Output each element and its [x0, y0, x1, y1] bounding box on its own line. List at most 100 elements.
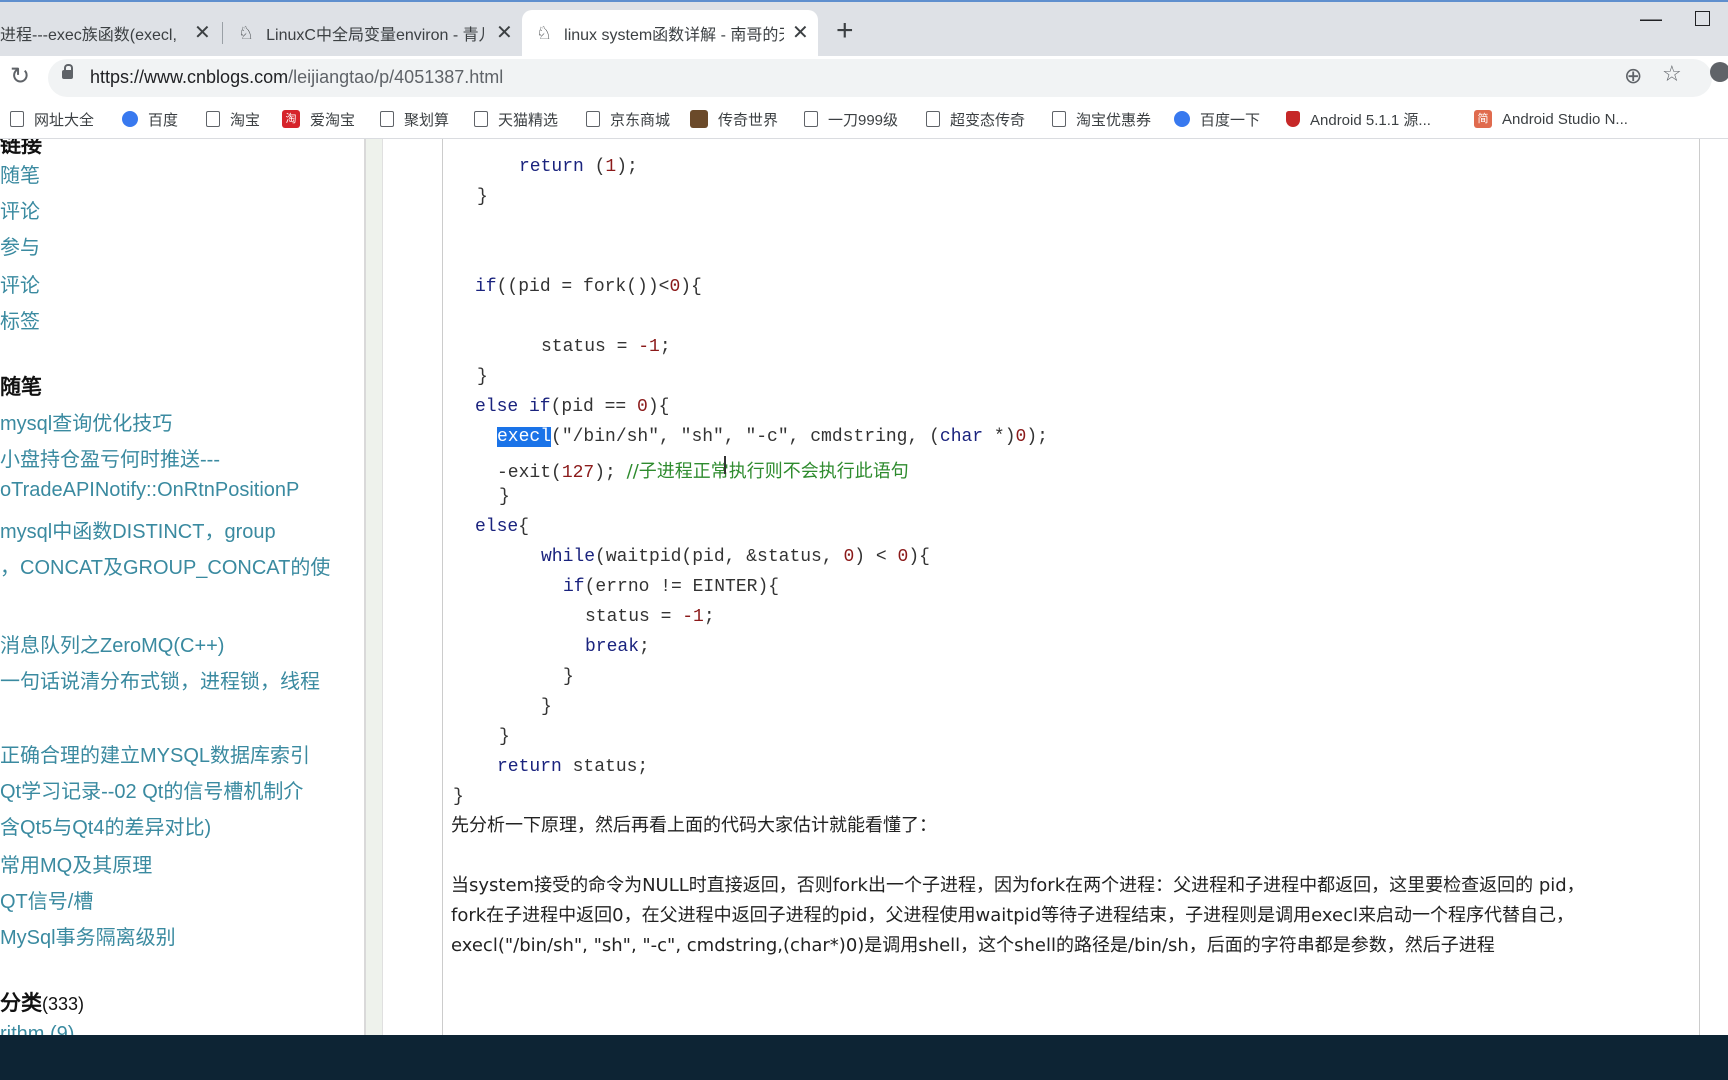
reload-icon[interactable]: ↻	[10, 62, 30, 91]
sidebar-stat-link[interactable]: 评论	[0, 195, 40, 224]
recent-post-link[interactable]: QT信号/槽	[0, 885, 93, 914]
bookmark-label: 聚划算	[404, 111, 450, 129]
url-text[interactable]: https://www.cnblogs.com/leijiangtao/p/40…	[90, 67, 503, 88]
bookmark-item[interactable]: 网址大全	[10, 106, 94, 132]
taobao-icon: 淘	[282, 110, 300, 128]
minimize-window-button[interactable]: —	[1640, 6, 1662, 32]
code-line: while(waitpid(pid, &status, 0) < 0){	[541, 547, 930, 567]
code-line: }	[541, 697, 552, 717]
code-line: return status;	[497, 757, 649, 777]
bookmark-item[interactable]: 聚划算	[380, 106, 449, 132]
code-line: else{	[475, 517, 530, 537]
recent-post-link[interactable]: MySql事务隔离级别	[0, 921, 176, 950]
recent-post-link[interactable]: mysql中函数DISTINCT，group	[0, 515, 276, 544]
tab-close-icon[interactable]: ✕	[496, 20, 513, 45]
bookmark-item[interactable]: 淘宝	[206, 106, 260, 132]
page-icon	[380, 111, 394, 127]
bookmark-item[interactable]: 一刀999级	[804, 106, 898, 132]
jianshu-icon: 简	[1474, 110, 1492, 128]
bookmark-item[interactable]: 百度	[122, 106, 178, 132]
recent-post-link[interactable]: ，CONCAT及GROUP_CONCAT的使	[0, 551, 330, 580]
new-tab-button[interactable]: +	[836, 16, 854, 46]
tab-title: linux system函数详解 - 南哥的天	[564, 27, 785, 44]
bookmark-label: Android 5.1.1 源...	[1310, 111, 1431, 129]
category-count: (333)	[42, 994, 85, 1014]
recent-post-link[interactable]: 常用MQ及其原理	[0, 849, 152, 878]
page-icon	[804, 111, 818, 127]
tab-close-icon[interactable]: ✕	[194, 20, 211, 45]
browser-toolbar: ↻ https://www.cnblogs.com/leijiangtao/p/…	[0, 56, 1728, 100]
sidebar-heading-recent: 随笔	[0, 376, 42, 399]
bookmark-label: 天猫精选	[498, 111, 559, 129]
page-gutter	[366, 139, 382, 1035]
recent-post-link[interactable]: 正确合理的建立MYSQL数据库索引	[0, 739, 310, 768]
bookmark-item[interactable]: 超变态传奇	[926, 106, 1025, 132]
tab-environ[interactable]: ♘ LinuxC中全局变量environ - 青儿 ✕	[238, 10, 514, 56]
paragraph: execl("/bin/sh", "sh", "-c", cmdstring,(…	[451, 935, 1495, 956]
address-bar[interactable]: https://www.cnblogs.com/leijiangtao/p/40…	[48, 59, 1712, 97]
sidebar-stat-link[interactable]: 随笔	[0, 159, 40, 188]
bookmark-item[interactable]: 天猫精选	[474, 106, 558, 132]
bookmark-item[interactable]: 淘爱淘宝	[282, 106, 355, 132]
bookmark-label: 百度	[148, 111, 179, 129]
maximize-window-button[interactable]	[1695, 11, 1710, 26]
profile-avatar-icon[interactable]	[1710, 62, 1728, 82]
lock-icon[interactable]	[62, 64, 73, 79]
bookmark-label: 爱淘宝	[310, 111, 356, 129]
sidebar-stat-link[interactable]: 评论	[0, 269, 40, 298]
recent-post-link[interactable]: 一句话说清分布式锁，进程锁，线程	[0, 665, 320, 694]
tab-exec[interactable]: 进程---exec族函数(execl, e ✕	[0, 10, 214, 56]
recent-post-link[interactable]: 小盘持仓盈亏何时推送---	[0, 443, 220, 472]
page-icon	[474, 111, 488, 127]
tab-strip-accent	[0, 0, 1728, 2]
baidu-paw-icon	[122, 111, 138, 127]
cnblogs-favicon-icon: ♘	[238, 22, 255, 43]
text-cursor-icon	[724, 456, 726, 474]
bookmark-item[interactable]: Android 5.1.1 源...	[1286, 106, 1431, 132]
recent-post-link[interactable]: 含Qt5与Qt4的差异对比)	[0, 811, 211, 840]
code-line: if(errno != EINTER){	[563, 577, 780, 597]
code-line: else if(pid == 0){	[475, 397, 670, 417]
blog-sidebar: 链接 随笔 评论 参与 评论 标签 随笔 mysql查询优化技巧 小盘持仓盈亏何…	[0, 139, 364, 1035]
zoom-icon[interactable]: ⊕	[1624, 63, 1642, 89]
recent-post-link[interactable]: mysql查询优化技巧	[0, 407, 172, 436]
recent-post-link[interactable]: oTradeAPINotify::OnRtnPositionP	[0, 479, 299, 502]
bookmark-label: 一刀999级	[828, 111, 899, 129]
recent-post-link[interactable]: 消息队列之ZeroMQ(C++)	[0, 629, 224, 658]
selected-text[interactable]: execl	[497, 427, 552, 447]
category-heading-text: 分类	[0, 992, 42, 1015]
post-body: return (1); } if((pid = fork())<0){ stat…	[442, 139, 1700, 1035]
bookmark-item[interactable]: 百度一下	[1174, 106, 1260, 132]
tab-title: LinuxC中全局变量environ - 青儿	[266, 27, 489, 44]
category-link[interactable]: rithm (9)	[0, 1023, 74, 1035]
bookmarks-bar: 网址大全 百度 淘宝 淘爱淘宝 聚划算 天猫精选 京东商城 传奇世界 一刀999…	[0, 100, 1728, 139]
code-line: }	[499, 487, 510, 507]
paragraph: 当system接受的命令为NULL时直接返回，否则fork出一个子进程，因为fo…	[451, 875, 1585, 896]
code-line: }	[477, 187, 488, 207]
tab-close-icon[interactable]: ✕	[792, 20, 809, 45]
tab-system-active[interactable]: ♘ linux system函数详解 - 南哥的天 ✕	[522, 10, 818, 56]
sidebar-stat-link[interactable]: 参与	[0, 231, 40, 260]
tab-title: 进程---exec族函数(execl, e	[0, 27, 178, 44]
recent-post-link[interactable]: Qt学习记录--02 Qt的信号槽机制介	[0, 775, 303, 804]
bookmark-label: 淘宝	[230, 111, 261, 129]
bookmark-star-icon[interactable]: ☆	[1662, 61, 1682, 87]
tab-separator	[222, 22, 223, 44]
code-comment: //子进程正常执行则不会执行此语句	[626, 461, 909, 482]
cnblogs-favicon-icon: ♘	[536, 22, 553, 43]
code-line: if((pid = fork())<0){	[475, 277, 702, 297]
bookmark-label: 京东商城	[610, 111, 671, 129]
bookmark-item[interactable]: 淘宝优惠券	[1052, 106, 1151, 132]
code-line: -exit(127); //子进程正常执行则不会执行此语句	[497, 461, 909, 483]
code-line: }	[563, 667, 574, 687]
bookmark-item[interactable]: 简 Android Studio N...	[1474, 106, 1628, 132]
sidebar-stat-link[interactable]: 标签	[0, 305, 40, 334]
tab-strip: 进程---exec族函数(execl, e ✕ ♘ LinuxC中全局变量env…	[0, 0, 1728, 56]
bookmark-label: 传奇世界	[718, 111, 779, 129]
bookmark-item[interactable]: 传奇世界	[690, 106, 778, 132]
content-margin	[382, 139, 443, 1035]
sidebar-heading-categories: 分类(333)	[0, 987, 84, 1017]
url-host: https://www.cnblogs.com	[90, 67, 289, 87]
bookmark-item[interactable]: 京东商城	[586, 106, 670, 132]
code-line: }	[477, 367, 488, 387]
